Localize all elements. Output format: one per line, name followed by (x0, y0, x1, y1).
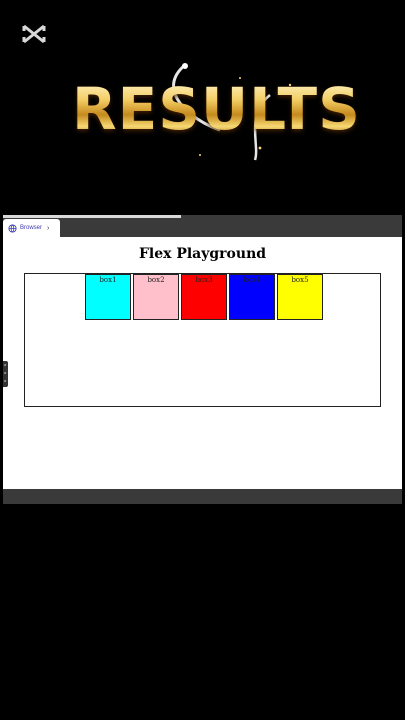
flex-box-1: box1 (85, 274, 131, 320)
browser-bottom-bar (3, 489, 402, 504)
globe-icon (8, 223, 17, 233)
video-frame: RESULTS Browser › ▸ ▸ ▸ Flex Playground bo… (0, 0, 405, 720)
capcut-logo-icon (22, 24, 46, 44)
flex-box-2: box2 (133, 274, 179, 320)
flex-box-3: box3 (181, 274, 227, 320)
results-title: RESULTS (72, 75, 361, 143)
flex-container: box1 box2 box3 box4 box5 (24, 273, 381, 407)
side-panel-handle[interactable]: ▸ ▸ ▸ (3, 361, 8, 387)
tab-bar-accent (3, 215, 181, 218)
tab-label: Browser (20, 225, 43, 231)
results-banner: RESULTS (60, 60, 360, 170)
page-title: Flex Playground (138, 246, 267, 262)
flex-box-4: box4 (229, 274, 275, 320)
browser-window: Browser › ▸ ▸ ▸ Flex Playground box1 box2 bo… (3, 215, 402, 504)
browser-tab-bar: Browser › (3, 215, 402, 237)
chevron-right-icon[interactable]: › (47, 225, 49, 232)
tab-browser[interactable]: Browser › (3, 219, 60, 237)
flex-box-5: box5 (277, 274, 323, 320)
flex-boxes: box1 box2 box3 box4 box5 (85, 274, 325, 320)
